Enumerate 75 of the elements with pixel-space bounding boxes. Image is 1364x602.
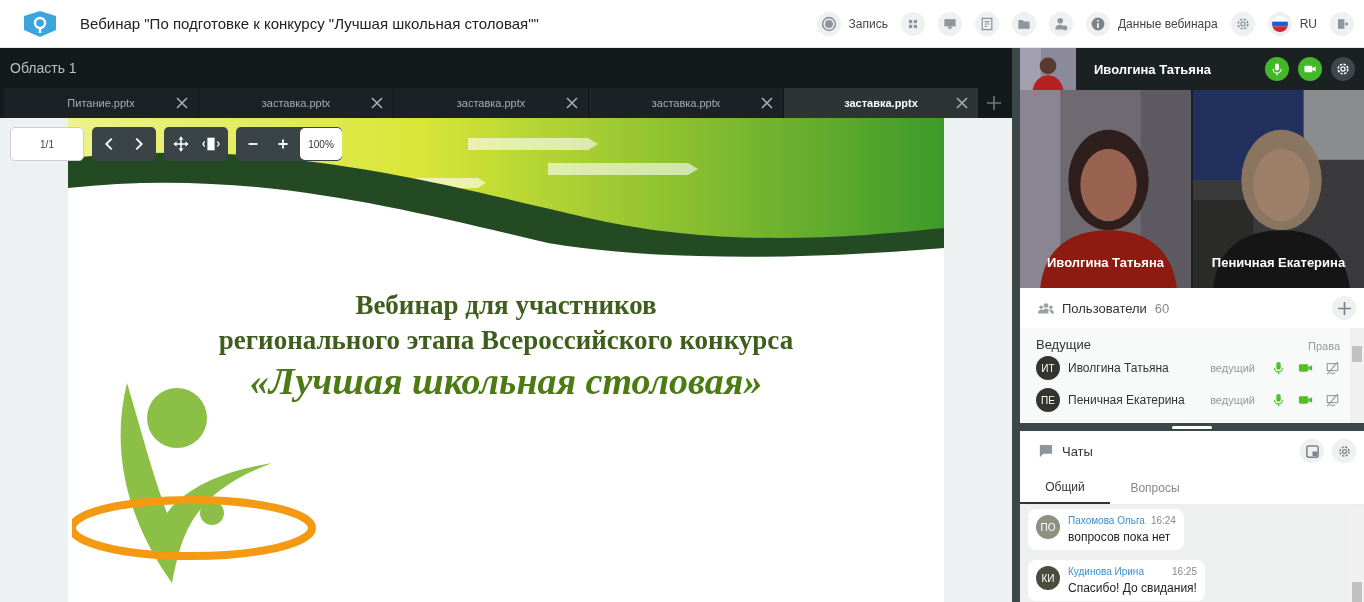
user-name: Иволгина Татьяна xyxy=(1068,361,1170,375)
screen-off-icon[interactable] xyxy=(1325,393,1340,407)
popout-button[interactable] xyxy=(1300,439,1324,463)
close-icon[interactable] xyxy=(956,97,968,109)
file-tab[interactable]: заставка.pptx xyxy=(589,88,784,118)
file-tab[interactable]: Питание.pptx xyxy=(4,88,199,118)
gear-icon xyxy=(1335,61,1351,77)
zoom-field[interactable]: 100% xyxy=(300,128,342,160)
webinar-title: Вебинар "По подготовке к конкурсу "Лучшая школьная столовая"" xyxy=(80,15,540,32)
plus-icon xyxy=(1336,300,1352,316)
microphone-icon[interactable] xyxy=(1271,393,1286,407)
slide-subtitle: «Лучшая школьная столовая» xyxy=(249,359,763,404)
camera-icon[interactable] xyxy=(1298,393,1313,407)
camera-button[interactable] xyxy=(1298,57,1322,81)
window-icon xyxy=(1304,443,1320,459)
close-icon[interactable] xyxy=(371,97,383,109)
chat-icon xyxy=(1038,444,1054,458)
message-text: вопросов пока нет xyxy=(1068,530,1172,544)
scrollbar[interactable] xyxy=(1350,328,1364,423)
logo-icon xyxy=(22,9,58,38)
file-tab[interactable]: заставка.pptx xyxy=(784,88,979,118)
user-avatar: ПО xyxy=(1036,515,1060,539)
settings-button[interactable] xyxy=(1331,57,1355,81)
users-count: 60 xyxy=(1154,300,1171,316)
message-time: 16:24 xyxy=(1150,515,1176,526)
user-name: Пеничная Екатерина xyxy=(1068,393,1186,407)
camera-icon[interactable] xyxy=(1298,361,1313,375)
user-icon xyxy=(1052,15,1069,32)
microphone-button[interactable] xyxy=(1265,57,1289,81)
message-text: Спасибо! До свидания! xyxy=(1068,581,1197,595)
flag-icon xyxy=(1271,15,1288,32)
chat-tab[interactable]: Вопросы xyxy=(1110,471,1200,504)
grid-button[interactable] xyxy=(900,11,925,36)
record-icon xyxy=(820,15,837,32)
user-avatar: КИ xyxy=(1036,566,1060,590)
exit-button[interactable] xyxy=(1330,11,1354,36)
message-author: Пахомова Ольга xyxy=(1068,515,1145,526)
area-title: Область 1 xyxy=(10,60,77,76)
user-avatar: ИТ xyxy=(1036,356,1060,380)
participant-name: Иволгина Татьяна xyxy=(1046,255,1165,270)
record-button[interactable]: Запись xyxy=(816,11,888,36)
group-title: Ведущие xyxy=(1036,337,1091,352)
microphone-icon[interactable] xyxy=(1271,361,1286,375)
user-button[interactable] xyxy=(1048,11,1073,36)
file-tab[interactable]: заставка.pptx xyxy=(394,88,589,118)
speaker-name: Иволгина Татьяна xyxy=(1094,61,1212,77)
close-icon[interactable] xyxy=(566,97,578,109)
chat-title: Чаты xyxy=(1062,443,1094,459)
slide-title: Вебинар для участников xyxy=(355,289,657,322)
add-button[interactable] xyxy=(1332,296,1356,320)
info-button[interactable]: Данные вебинара xyxy=(1085,11,1218,36)
info-icon xyxy=(1089,15,1106,32)
close-icon[interactable] xyxy=(176,97,188,109)
resize-handle[interactable] xyxy=(1172,425,1212,429)
user-avatar: ПЕ xyxy=(1036,388,1060,412)
file-tab[interactable]: заставка.pptx xyxy=(199,88,394,118)
slide-title: регионального этапа Всероссийского конкурса xyxy=(218,324,794,357)
screen-button[interactable] xyxy=(937,11,962,36)
add-tab-icon[interactable] xyxy=(987,96,1001,110)
message-time: 16:25 xyxy=(1171,566,1197,577)
user-role: ведущий xyxy=(1210,394,1255,406)
close-icon[interactable] xyxy=(761,97,773,109)
microphone-icon xyxy=(1269,61,1285,77)
users-icon xyxy=(1038,301,1054,315)
gear-icon xyxy=(1336,443,1352,459)
message-author: Кудинова Ирина xyxy=(1068,566,1144,577)
rights-label: Права xyxy=(1308,340,1340,352)
users-title: Пользователи xyxy=(1062,300,1147,316)
folder-button[interactable] xyxy=(1011,11,1036,36)
participant-name: Пеничная Екатерина xyxy=(1210,255,1347,270)
splitter[interactable] xyxy=(1020,423,1364,431)
screen-off-icon[interactable] xyxy=(1325,361,1340,375)
document-button[interactable] xyxy=(974,11,999,36)
user-role: ведущий xyxy=(1210,362,1255,374)
page-field[interactable]: 1/1 xyxy=(10,127,84,161)
